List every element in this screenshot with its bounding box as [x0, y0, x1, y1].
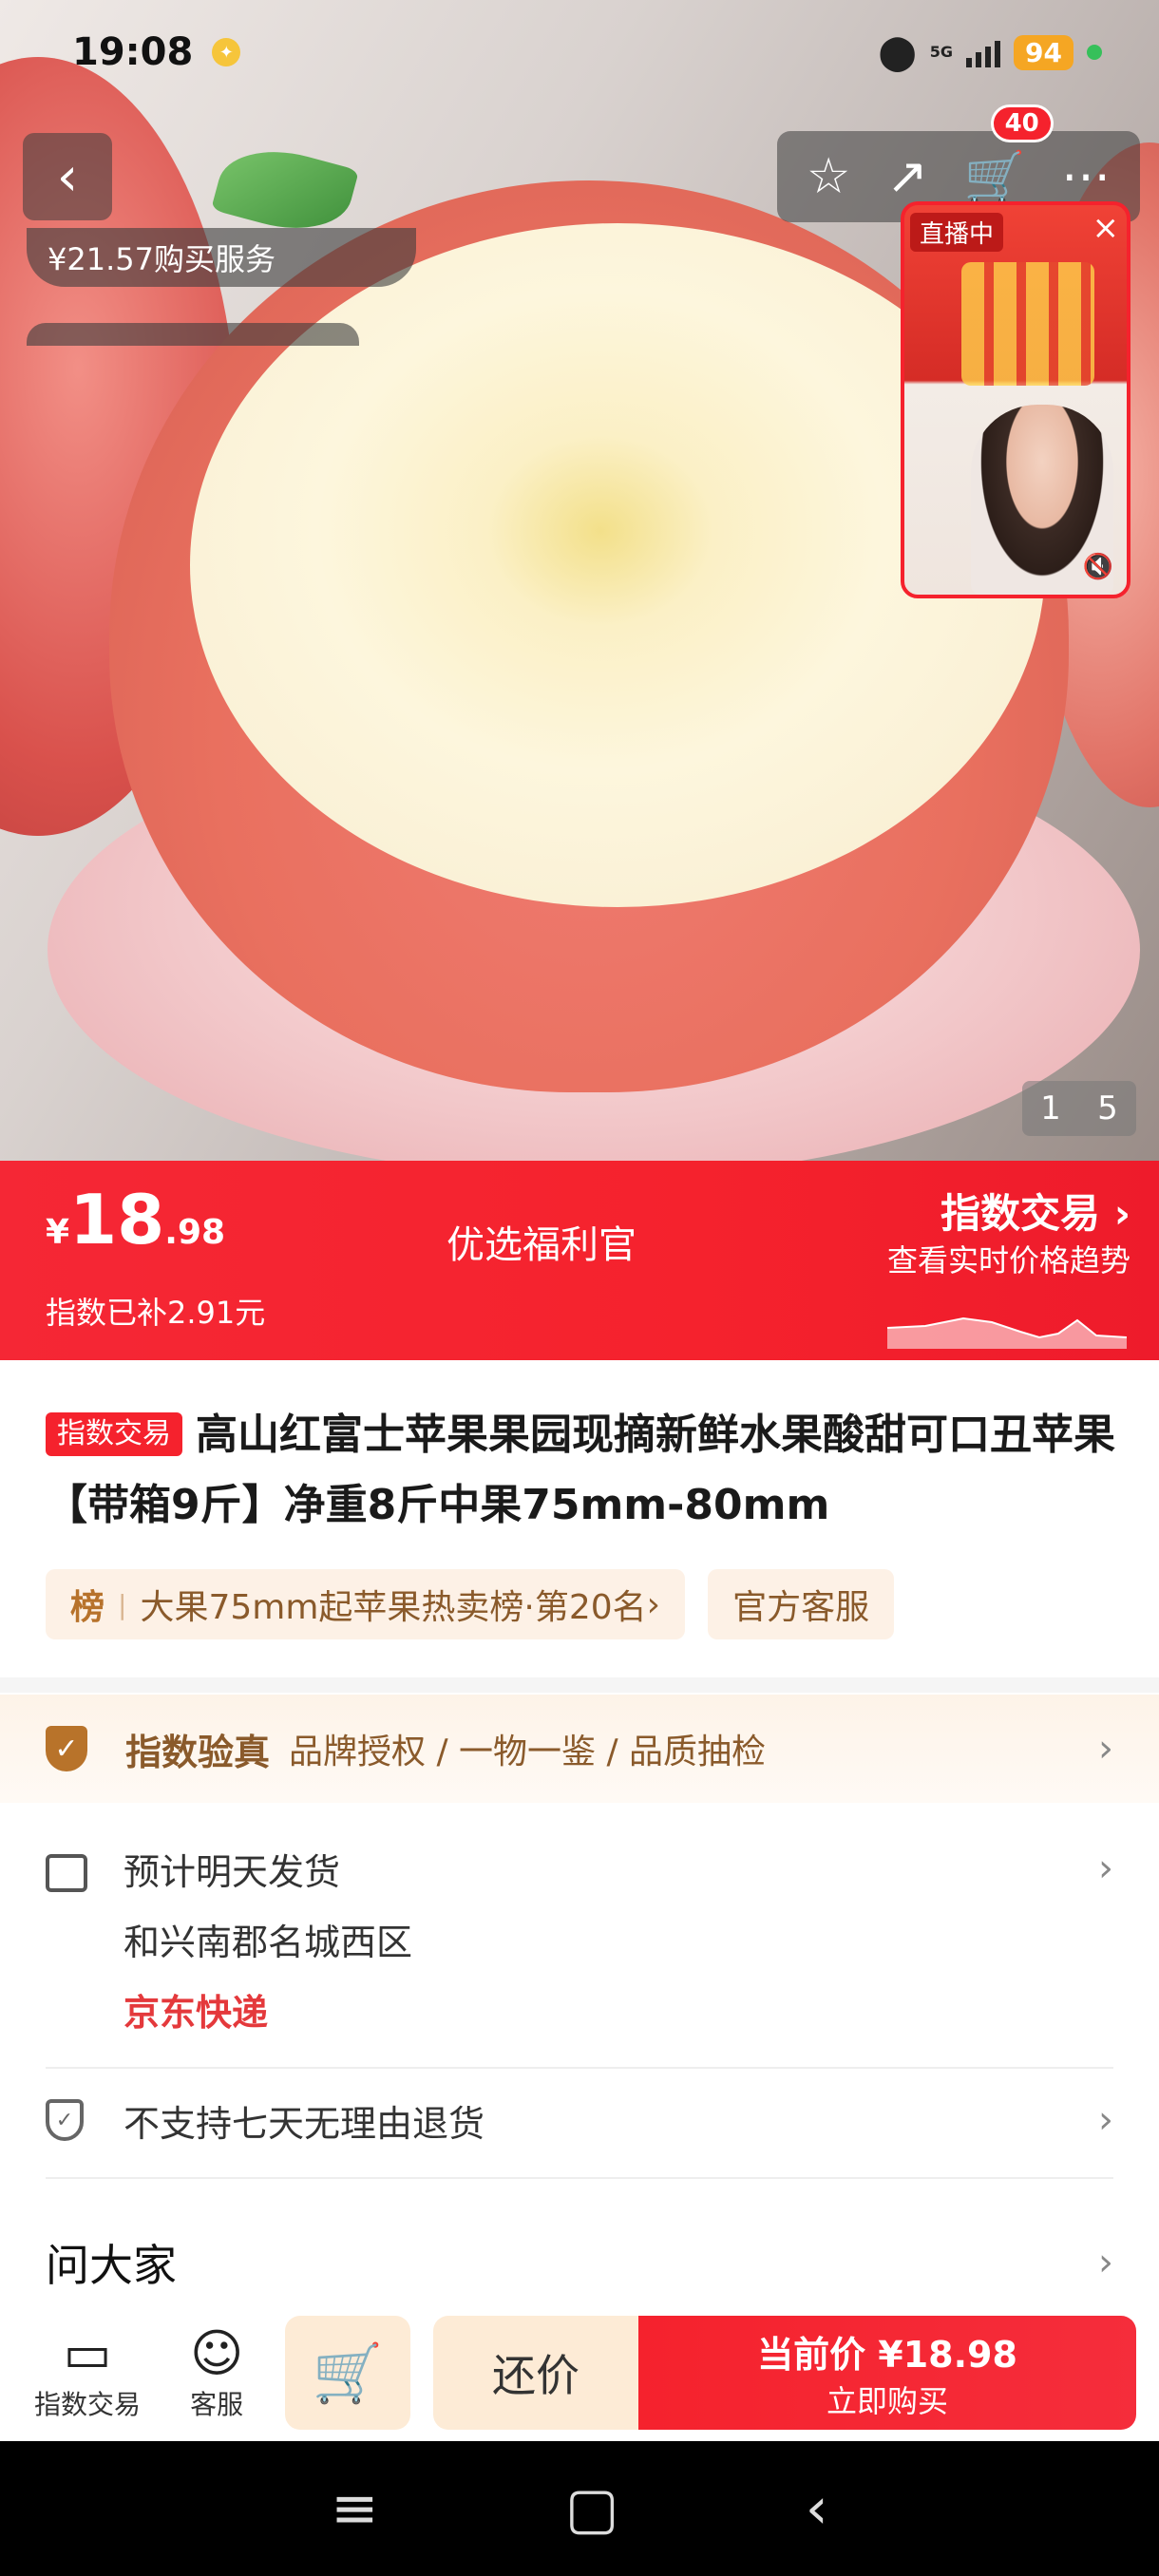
- divider: [46, 2067, 1113, 2069]
- ask-everyone-row[interactable]: 问大家 ›: [46, 2223, 1113, 2302]
- current-price: ¥ 18 .98: [46, 1180, 225, 1260]
- rank-row: 榜 | 大果75mm起苹果热卖榜·第20名 › 官方客服: [46, 1569, 895, 1639]
- buy-now-label: 立即购买: [826, 2382, 948, 2419]
- buy-now-button[interactable]: 当前价 ¥18.98 立即购买: [638, 2316, 1136, 2430]
- battery-indicator: 94: [1014, 34, 1074, 70]
- bottom-action-bar: ▭ 指数交易 ☺ 客服 🛒 还价 当前价 ¥18.98 立即购买: [0, 2299, 1159, 2441]
- index-trade-tag: 指数交易: [46, 1412, 182, 1456]
- cart-count-badge: 40: [990, 104, 1054, 142]
- chevron-right-icon: ›: [1098, 2098, 1113, 2142]
- image-index: 1: [1040, 1089, 1061, 1127]
- chevron-right-icon: ›: [1113, 1190, 1130, 1237]
- live-banner-image: [961, 262, 1094, 386]
- price-integer: 18: [69, 1180, 165, 1260]
- add-cart-icon: 🛒: [312, 2339, 384, 2407]
- bargain-button[interactable]: 还价: [433, 2316, 638, 2430]
- signal-icon: [966, 37, 1001, 67]
- chevron-right-icon: ›: [646, 1584, 661, 1624]
- ask-everyone-title: 问大家: [46, 2240, 177, 2291]
- index-trade-icon: ▭: [63, 2323, 112, 2383]
- index-trade-tab[interactable]: ▭ 指数交易: [34, 2323, 141, 2422]
- location-icon: ⬤: [878, 32, 917, 72]
- image-page-indicator: 1 5: [1022, 1081, 1136, 1136]
- official-service-chip[interactable]: 官方客服: [708, 1569, 895, 1639]
- favorite-star-icon[interactable]: ☆: [807, 148, 851, 205]
- shield-check-icon: ✓: [46, 1726, 87, 1771]
- cart-button[interactable]: 🛒 40: [963, 104, 1054, 206]
- buy-now-price: 当前价 ¥18.98: [757, 2333, 1017, 2376]
- product-image-carousel[interactable]: 19:08 ✦ ⬤ 5G 94 ‹ ☆ ↗ 🛒 40 ⋯ ¥21.57购买服务 …: [0, 0, 1159, 1161]
- chevron-right-icon: ›: [1098, 1727, 1113, 1771]
- status-dot: [1087, 45, 1102, 60]
- shipping-eta: 预计明天发货: [124, 1851, 341, 1893]
- cart-icon: 🛒: [963, 148, 1026, 206]
- back-icon[interactable]: ‹: [806, 2475, 828, 2542]
- product-title-text: 高山红富士苹果果园现摘新鲜水果酸甜可口丑苹果 【带箱9斤】净重8斤中果75mm-…: [46, 1411, 1115, 1529]
- share-icon[interactable]: ↗: [886, 148, 928, 205]
- chevron-left-icon: ‹: [56, 145, 79, 208]
- welfare-label: 优选福利官: [446, 1223, 636, 1267]
- image-total: 5: [1097, 1089, 1118, 1127]
- chevron-right-icon: ›: [1098, 2241, 1113, 2284]
- customer-service-label: 客服: [190, 2389, 244, 2420]
- divider: [46, 2177, 1113, 2179]
- system-nav-bar: ≡ ▢ ‹: [0, 2441, 1159, 2576]
- index-trade-tab-label: 指数交易: [34, 2389, 142, 2420]
- authenticity-row[interactable]: ✓ 指数验真 品牌授权 / 一物一鉴 / 品质抽检 ›: [0, 1695, 1159, 1803]
- more-icon[interactable]: ⋯: [1061, 148, 1111, 205]
- return-policy-text: 不支持七天无理由退货: [124, 2102, 485, 2145]
- hot-rank-chip[interactable]: 榜 | 大果75mm起苹果热卖榜·第20名 ›: [46, 1569, 686, 1639]
- shield-icon: ✓: [46, 2099, 84, 2141]
- shipping-carrier: 京东快递: [124, 1992, 269, 2034]
- status-time: 19:08: [72, 30, 194, 74]
- notification-icon: ✦: [212, 38, 241, 66]
- index-trade-title: 指数交易: [940, 1190, 1101, 1237]
- authenticity-items: 品牌授权 / 一物一鉴 / 品质抽检: [289, 1733, 767, 1771]
- coupon-text: ¥21.57购买服务: [48, 241, 276, 277]
- price-bar: ¥ 18 .98 指数已补2.91元 优选福利官 指数交易 › 查看实时价格趋势: [0, 1161, 1159, 1360]
- coupon-banner[interactable]: ¥21.57购买服务: [27, 228, 416, 287]
- section-divider: [0, 1677, 1159, 1693]
- live-stream-window[interactable]: 直播中 × 🔇: [901, 201, 1130, 598]
- close-icon[interactable]: ×: [1092, 209, 1120, 247]
- subsidy-text: 指数已补2.91元: [46, 1295, 266, 1331]
- shipping-row[interactable]: 预计明天发货 和兴南郡名城西区 京东快递 ›: [46, 1843, 1113, 2061]
- price-currency: ¥: [46, 1213, 70, 1252]
- menu-icon[interactable]: ≡: [331, 2475, 378, 2542]
- status-bar: 19:08 ✦ ⬤ 5G 94: [0, 0, 1159, 104]
- customer-service-tab[interactable]: ☺ 客服: [190, 2323, 243, 2422]
- chat-smile-icon: ☺: [190, 2323, 244, 2383]
- coupon-banner-secondary: [27, 323, 359, 346]
- price-trend-sparkline: [887, 1316, 1127, 1349]
- rank-badge: 榜: [70, 1588, 105, 1627]
- live-tag: 直播中: [910, 213, 1004, 252]
- truck-icon: [46, 1854, 87, 1892]
- product-title: 指数交易 高山红富士苹果果园现摘新鲜水果酸甜可口丑苹果 【带箱9斤】净重8斤中果7…: [46, 1400, 1119, 1541]
- network-label: 5G: [929, 43, 954, 61]
- price-decimal: .98: [164, 1213, 226, 1252]
- home-icon[interactable]: ▢: [565, 2475, 619, 2542]
- mute-icon[interactable]: 🔇: [1083, 553, 1113, 581]
- shipping-address: 和兴南郡名城西区: [124, 1922, 413, 1963]
- index-trade-link[interactable]: 指数交易 ›: [940, 1182, 1130, 1240]
- back-button[interactable]: ‹: [23, 133, 112, 220]
- authenticity-title: 指数验真: [125, 1731, 271, 1773]
- return-policy-row[interactable]: ✓ 不支持七天无理由退货 ›: [46, 2086, 1113, 2154]
- rank-text: 大果75mm起苹果热卖榜·第20名: [140, 1588, 647, 1627]
- chevron-right-icon: ›: [1098, 1847, 1113, 1890]
- price-trend-link[interactable]: 查看实时价格趋势: [887, 1237, 1130, 1280]
- add-to-cart-button[interactable]: 🛒: [285, 2316, 410, 2430]
- rank-separator: |: [118, 1588, 127, 1620]
